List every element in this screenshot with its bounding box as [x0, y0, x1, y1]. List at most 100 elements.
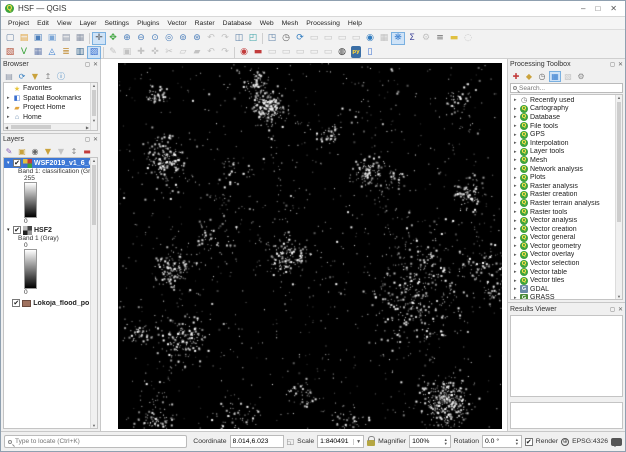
scale-dropdown-icon[interactable]: ▼: [353, 439, 361, 445]
new-3d-map-view-icon[interactable]: ◳: [265, 32, 279, 45]
select-by-form-icon[interactable]: ▭: [349, 32, 363, 45]
rotation-spin-icons[interactable]: ▲▼: [514, 438, 519, 446]
processing-history-icon[interactable]: ◷: [536, 71, 548, 82]
osm-place-search-icon[interactable]: ◉: [237, 46, 251, 59]
save-layer-edits-icon[interactable]: ▣: [120, 46, 134, 59]
locate-box[interactable]: [4, 435, 187, 448]
browser-vscrollbar[interactable]: ▲▼: [90, 83, 97, 130]
select-by-expression-icon[interactable]: ▭: [321, 32, 335, 45]
redo-icon[interactable]: ↷: [218, 46, 232, 59]
pin-labels-icon[interactable]: ▭: [293, 46, 307, 59]
menu-item-database[interactable]: Database: [219, 20, 256, 27]
close-icon[interactable]: ✕: [610, 4, 617, 13]
menu-item-view[interactable]: View: [53, 20, 76, 27]
map-tips-icon[interactable]: ▬: [447, 32, 461, 45]
magnifier-input[interactable]: [412, 438, 443, 445]
browser-refresh-icon[interactable]: ⟳: [16, 71, 28, 82]
rotation-input[interactable]: [485, 438, 514, 445]
menu-item-raster[interactable]: Raster: [191, 20, 219, 27]
layout-manager-icon[interactable]: ▦: [73, 32, 87, 45]
browser-close-icon[interactable]: ✕: [93, 61, 98, 68]
browser-item-favorites[interactable]: ★Favorites: [4, 84, 90, 94]
layers-vscrollbar[interactable]: ▲▼: [90, 158, 97, 428]
layer-item-hsf2[interactable]: ▾ ✔ HSF2: [4, 225, 97, 235]
new-print-layout-icon[interactable]: ▤: [59, 32, 73, 45]
browser-properties-icon[interactable]: ⓘ: [55, 71, 67, 82]
processing-group-raster-terrain-analysis[interactable]: ▸QRaster terrain analysis: [511, 199, 615, 208]
browser-item-project-home[interactable]: ▸▰Project Home: [4, 103, 90, 113]
open-project-icon[interactable]: ▤: [17, 32, 31, 45]
processing-group-network-analysis[interactable]: ▸QNetwork analysis: [511, 165, 615, 174]
toggle-editing-icon[interactable]: ✎: [106, 46, 120, 59]
new-spatial-bookmark-icon[interactable]: ◰: [246, 32, 260, 45]
processing-group-vector-overlay[interactable]: ▸QVector overlay: [511, 251, 615, 260]
layers-float-icon[interactable]: ◻: [85, 136, 90, 143]
browser-float-icon[interactable]: ◻: [85, 61, 90, 68]
filter-by-expression-icon[interactable]: ▼: [55, 146, 67, 157]
pyqgis-api-icon[interactable]: ▯: [363, 46, 377, 59]
processing-group-grass[interactable]: ▸GGRASS: [511, 294, 615, 299]
temporal-controller-icon[interactable]: ◷: [279, 32, 293, 45]
menu-item-web[interactable]: Web: [256, 20, 278, 27]
coordinate-input[interactable]: [233, 438, 281, 445]
add-group-icon[interactable]: ▣: [16, 146, 28, 157]
move-label-icon[interactable]: ▭: [321, 46, 335, 59]
globe-plugin-icon[interactable]: ◍: [335, 46, 349, 59]
vertex-tool-icon[interactable]: ✜: [148, 46, 162, 59]
processing-group-raster-tools[interactable]: ▸QRaster tools: [511, 208, 615, 217]
results-viewer-detail[interactable]: [510, 402, 623, 429]
add-postgis-layer-icon[interactable]: ▥: [73, 46, 87, 59]
processing-search-input[interactable]: [519, 85, 620, 92]
processing-group-file-tools[interactable]: ▸QFile tools: [511, 122, 615, 131]
scale-input[interactable]: [320, 438, 351, 445]
scale-lock-icon[interactable]: [367, 440, 375, 446]
save-project-icon[interactable]: ▣: [31, 32, 45, 45]
processing-float-icon[interactable]: ◻: [610, 61, 615, 68]
results-viewer-close-icon[interactable]: ✕: [618, 306, 623, 313]
paste-features-icon[interactable]: ▰: [190, 46, 204, 59]
layer-diagram-options-icon[interactable]: ▭: [279, 46, 293, 59]
pan-map-icon[interactable]: ✛: [92, 32, 106, 45]
identify-features-icon[interactable]: ◉: [363, 32, 377, 45]
open-layer-styling-icon[interactable]: ✎: [3, 146, 15, 157]
processing-toolbox-toggle-icon[interactable]: ❋: [391, 32, 405, 45]
results-viewer-list[interactable]: [510, 315, 623, 397]
processing-group-vector-geometry[interactable]: ▸QVector geometry: [511, 242, 615, 251]
browser-item-spatial-bookmarks[interactable]: ▸◧Spatial Bookmarks: [4, 94, 90, 104]
undo-icon[interactable]: ↶: [204, 46, 218, 59]
menu-item-mesh[interactable]: Mesh: [278, 20, 303, 27]
add-wms-layer-icon[interactable]: ▨: [87, 46, 101, 59]
processing-group-gps[interactable]: ▸QGPS: [511, 130, 615, 139]
add-delimited-text-layer-icon[interactable]: ≣: [59, 46, 73, 59]
menu-item-settings[interactable]: Settings: [101, 20, 134, 27]
measure-line-icon[interactable]: ≡: [433, 32, 447, 45]
select-features-icon[interactable]: ▭: [307, 32, 321, 45]
add-vector-layer-icon[interactable]: V: [17, 46, 31, 59]
crs-globe-icon[interactable]: ⊕: [561, 438, 569, 446]
processing-group-vector-general[interactable]: ▸QVector general: [511, 234, 615, 243]
render-checkbox[interactable]: ✔: [525, 438, 533, 446]
add-mesh-layer-icon[interactable]: ◬: [45, 46, 59, 59]
pan-to-selection-icon[interactable]: ✥: [106, 32, 120, 45]
python-console-icon[interactable]: py: [349, 46, 363, 59]
zoom-last-icon[interactable]: ↶: [204, 32, 218, 45]
open-data-source-manager-icon[interactable]: ▧: [3, 46, 17, 59]
add-raster-layer-icon[interactable]: ▦: [31, 46, 45, 59]
browser-add-layer-icon[interactable]: ▤: [3, 71, 15, 82]
layers-close-icon[interactable]: ✕: [93, 136, 98, 143]
actions-icon[interactable]: ⚙: [419, 32, 433, 45]
messages-icon[interactable]: [611, 438, 622, 446]
layer-labeling-options-icon[interactable]: ▭: [265, 46, 279, 59]
zoom-full-icon[interactable]: ◎: [162, 32, 176, 45]
new-project-icon[interactable]: ▢: [3, 32, 17, 45]
processing-group-interpolation[interactable]: ▸QInterpolation: [511, 139, 615, 148]
menu-item-plugins[interactable]: Plugins: [133, 20, 163, 27]
statistics-summary-icon[interactable]: Σ: [405, 32, 419, 45]
processing-vscrollbar[interactable]: ▲▼: [615, 95, 622, 299]
processing-group-vector-table[interactable]: ▸QVector table: [511, 268, 615, 277]
processing-edit-inplace-icon[interactable]: ▧: [562, 71, 574, 82]
processing-group-raster-analysis[interactable]: ▸QRaster analysis: [511, 182, 615, 191]
processing-results-viewer-icon[interactable]: ▦: [549, 71, 561, 82]
zoom-native-icon[interactable]: ⊙: [148, 32, 162, 45]
processing-group-plots[interactable]: ▸QPlots: [511, 173, 615, 182]
